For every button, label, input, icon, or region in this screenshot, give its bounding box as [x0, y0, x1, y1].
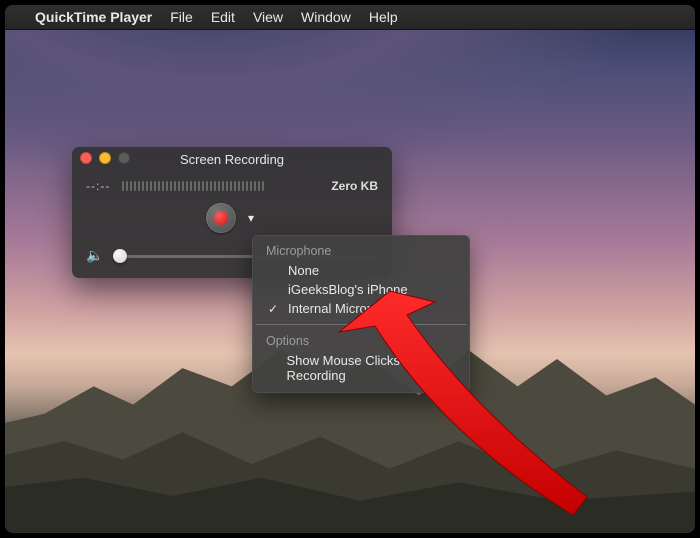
menu-item-label: None — [288, 263, 319, 278]
menu-separator — [256, 324, 466, 325]
minimize-button[interactable] — [99, 152, 111, 164]
record-button[interactable] — [206, 203, 236, 233]
record-icon — [214, 211, 228, 225]
slider-thumb[interactable] — [113, 249, 127, 263]
close-button[interactable] — [80, 152, 92, 164]
desktop: QuickTime Player File Edit View Window H… — [5, 5, 695, 533]
microphone-header: Microphone — [252, 241, 470, 261]
file-size: Zero KB — [331, 179, 378, 193]
recording-options-menu: Microphone None iGeeksBlog's iPhone ✓ In… — [252, 235, 470, 393]
options-chevron-down-icon[interactable]: ▾ — [244, 211, 258, 225]
menu-view[interactable]: View — [253, 9, 283, 25]
menubar: QuickTime Player File Edit View Window H… — [5, 5, 695, 30]
volume-icon: 🔈 — [86, 247, 103, 264]
menu-help[interactable]: Help — [369, 9, 398, 25]
options-header: Options — [252, 331, 470, 351]
option-show-mouse-clicks[interactable]: Show Mouse Clicks in Recording — [252, 351, 470, 385]
zoom-button — [118, 152, 130, 164]
menu-item-label: iGeeksBlog's iPhone — [288, 282, 408, 297]
app-name[interactable]: QuickTime Player — [35, 9, 152, 25]
panel-titlebar[interactable]: Screen Recording — [72, 147, 392, 171]
menu-edit[interactable]: Edit — [211, 9, 235, 25]
menu-window[interactable]: Window — [301, 9, 351, 25]
panel-title: Screen Recording — [180, 152, 284, 167]
menu-file[interactable]: File — [170, 9, 193, 25]
mic-option-iphone[interactable]: iGeeksBlog's iPhone — [252, 280, 470, 299]
mic-option-none[interactable]: None — [252, 261, 470, 280]
menu-item-label: Internal Microphone — [288, 301, 403, 316]
audio-level-meter — [122, 180, 319, 192]
menu-item-label: Show Mouse Clicks in Recording — [286, 353, 456, 383]
window-traffic-lights — [80, 152, 130, 164]
timecode: --:-- — [86, 179, 110, 193]
mic-option-internal[interactable]: ✓ Internal Microphone — [252, 299, 470, 318]
checkmark-icon: ✓ — [266, 302, 280, 316]
